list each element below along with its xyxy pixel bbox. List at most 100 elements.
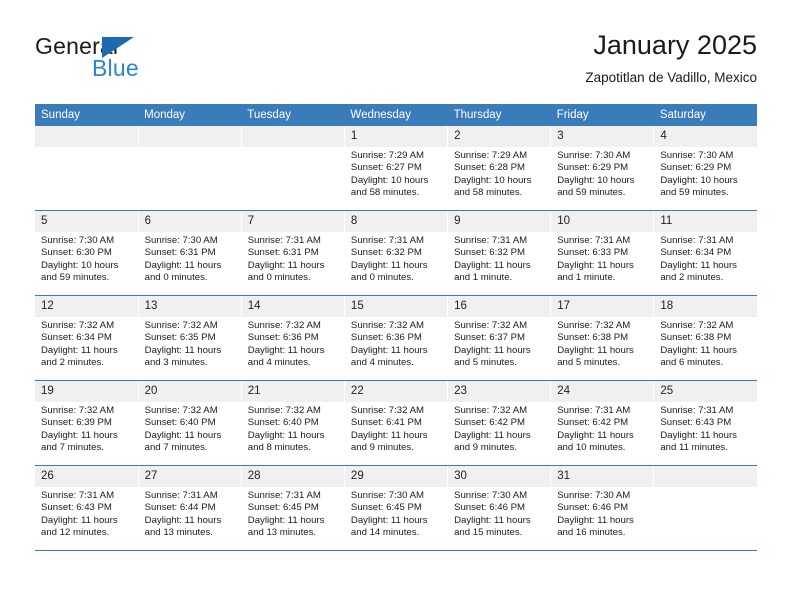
daylight-text: and 59 minutes. xyxy=(660,187,729,199)
day-number: 21 xyxy=(241,381,344,402)
sunset-text: Sunset: 6:35 PM xyxy=(144,332,216,344)
calendar-day-cell[interactable]: 26 Sunrise: 7:31 AM Sunset: 6:43 PM Dayligh… xyxy=(35,465,139,551)
sunset-text: Sunset: 6:32 PM xyxy=(350,247,422,259)
sunset-text: Sunset: 6:29 PM xyxy=(557,162,629,174)
sunset-text: Sunset: 6:27 PM xyxy=(350,162,422,174)
day-number: 4 xyxy=(654,126,757,147)
calendar-day-cell[interactable]: 18 Sunrise: 7:32 AM Sunset: 6:38 PM Dayligh… xyxy=(653,295,757,381)
calendar-day-cell[interactable]: 17 Sunrise: 7:32 AM Sunset: 6:38 PM Dayligh… xyxy=(550,295,655,381)
calendar-day-cell[interactable]: 23 Sunrise: 7:32 AM Sunset: 6:42 PM Dayligh… xyxy=(447,380,552,466)
day-number: 10 xyxy=(551,211,654,232)
daylight-text: Daylight: 11 hours xyxy=(144,429,222,441)
weekday-header-tuesday: Tuesday xyxy=(241,104,345,126)
sunrise-text: Sunrise: 7:32 AM xyxy=(247,405,321,416)
daylight-text: Daylight: 11 hours xyxy=(660,429,737,441)
sunrise-text: Sunrise: 7:32 AM xyxy=(144,320,218,331)
daylight-text: Daylight: 11 hours xyxy=(557,344,634,356)
day-details: Sunrise: 7:32 AM Sunset: 6:39 PM Daylight:… xyxy=(35,402,138,455)
daylight-text: Daylight: 11 hours xyxy=(247,429,325,441)
calendar-day-cell[interactable]: 27 Sunrise: 7:31 AM Sunset: 6:44 PM Dayligh… xyxy=(138,465,242,551)
calendar-day-cell[interactable]: 16 Sunrise: 7:32 AM Sunset: 6:37 PM Dayligh… xyxy=(447,295,552,381)
day-number: 11 xyxy=(654,211,757,232)
daylight-text: and 11 minutes. xyxy=(660,442,728,454)
calendar-day-cell[interactable]: 31 Sunrise: 7:30 AM Sunset: 6:46 PM Dayligh… xyxy=(550,465,655,551)
sunrise-text: Sunrise: 7:32 AM xyxy=(557,320,631,331)
day-details: Sunrise: 7:32 AM Sunset: 6:38 PM Daylight:… xyxy=(654,317,757,370)
sunrise-text: Sunrise: 7:32 AM xyxy=(247,320,321,331)
calendar-day-cell[interactable]: 14 Sunrise: 7:32 AM Sunset: 6:36 PM Dayligh… xyxy=(241,295,345,381)
day-details: Sunrise: 7:30 AM Sunset: 6:46 PM Daylight:… xyxy=(551,487,653,540)
calendar-day-cell[interactable]: 24 Sunrise: 7:31 AM Sunset: 6:42 PM Dayligh… xyxy=(550,380,655,466)
brand-logo[interactable]: General Blue xyxy=(35,33,235,93)
calendar-cell-empty xyxy=(653,465,757,551)
sunrise-text: Sunrise: 7:31 AM xyxy=(350,235,424,246)
daylight-text: Daylight: 11 hours xyxy=(660,259,737,271)
daylight-text: Daylight: 10 hours xyxy=(557,174,635,186)
sunset-text: Sunset: 6:42 PM xyxy=(557,417,629,429)
day-details: Sunrise: 7:31 AM Sunset: 6:32 PM Daylight:… xyxy=(345,232,447,285)
daylight-text: Daylight: 11 hours xyxy=(144,514,222,526)
calendar-day-cell[interactable]: 6 Sunrise: 7:30 AM Sunset: 6:31 PM Daylight… xyxy=(138,210,242,296)
day-details: Sunrise: 7:29 AM Sunset: 6:28 PM Daylight:… xyxy=(448,147,550,200)
sunrise-text: Sunrise: 7:30 AM xyxy=(144,235,218,246)
calendar-day-cell[interactable]: 21 Sunrise: 7:32 AM Sunset: 6:40 PM Dayligh… xyxy=(241,380,345,466)
sunset-text: Sunset: 6:45 PM xyxy=(350,502,422,514)
day-details: Sunrise: 7:32 AM Sunset: 6:37 PM Daylight:… xyxy=(448,317,550,370)
calendar-day-cell[interactable]: 15 Sunrise: 7:32 AM Sunset: 6:36 PM Dayligh… xyxy=(344,295,449,381)
day-details: Sunrise: 7:30 AM Sunset: 6:31 PM Daylight:… xyxy=(139,232,241,285)
calendar-day-cell[interactable]: 8 Sunrise: 7:31 AM Sunset: 6:32 PM Daylight… xyxy=(344,210,449,296)
calendar-day-cell[interactable]: 13 Sunrise: 7:32 AM Sunset: 6:35 PM Dayligh… xyxy=(138,295,242,381)
day-details: Sunrise: 7:32 AM Sunset: 6:36 PM Daylight:… xyxy=(242,317,344,370)
day-number xyxy=(35,126,138,147)
day-number: 29 xyxy=(344,466,448,487)
day-number: 2 xyxy=(448,126,551,147)
day-details: Sunrise: 7:32 AM Sunset: 6:42 PM Daylight:… xyxy=(448,402,550,455)
sunset-text: Sunset: 6:42 PM xyxy=(454,417,525,429)
calendar-day-cell[interactable]: 7 Sunrise: 7:31 AM Sunset: 6:31 PM Daylight… xyxy=(241,210,345,296)
daylight-text: and 5 minutes. xyxy=(557,357,621,369)
calendar-week-row: 19 Sunrise: 7:32 AM Sunset: 6:39 PM Dayligh… xyxy=(35,380,757,466)
daylight-text: Daylight: 10 hours xyxy=(660,174,738,186)
weekday-header-saturday: Saturday xyxy=(653,104,757,126)
calendar-day-cell[interactable]: 25 Sunrise: 7:31 AM Sunset: 6:43 PM Dayligh… xyxy=(653,380,757,466)
weekday-header-sunday: Sunday xyxy=(35,104,139,126)
calendar-day-cell[interactable]: 9 Sunrise: 7:31 AM Sunset: 6:32 PM Daylight… xyxy=(447,210,552,296)
sunset-text: Sunset: 6:28 PM xyxy=(454,162,525,174)
daylight-text: and 13 minutes. xyxy=(247,527,317,539)
daylight-text: Daylight: 10 hours xyxy=(350,174,429,186)
daylight-text: and 8 minutes. xyxy=(247,442,311,454)
calendar-day-cell[interactable]: 22 Sunrise: 7:32 AM Sunset: 6:41 PM Dayligh… xyxy=(344,380,449,466)
calendar-day-cell[interactable]: 3 Sunrise: 7:30 AM Sunset: 6:29 PM Daylight… xyxy=(550,126,655,211)
sunset-text: Sunset: 6:34 PM xyxy=(660,247,732,259)
sunrise-text: Sunrise: 7:32 AM xyxy=(454,320,528,331)
daylight-text: Daylight: 11 hours xyxy=(247,344,325,356)
sunset-text: Sunset: 6:40 PM xyxy=(144,417,216,429)
sunrise-text: Sunrise: 7:29 AM xyxy=(454,150,528,161)
sunset-text: Sunset: 6:43 PM xyxy=(41,502,112,514)
sunset-text: Sunset: 6:43 PM xyxy=(660,417,732,429)
daylight-text: Daylight: 11 hours xyxy=(660,344,737,356)
sunrise-text: Sunrise: 7:32 AM xyxy=(660,320,734,331)
day-number: 17 xyxy=(551,296,654,317)
calendar-day-cell[interactable]: 30 Sunrise: 7:30 AM Sunset: 6:46 PM Dayligh… xyxy=(447,465,552,551)
day-details: Sunrise: 7:31 AM Sunset: 6:43 PM Daylight:… xyxy=(654,402,757,455)
day-number: 27 xyxy=(138,466,241,487)
daylight-text: Daylight: 11 hours xyxy=(557,514,634,526)
sunrise-text: Sunrise: 7:31 AM xyxy=(247,235,321,246)
day-number: 24 xyxy=(551,381,654,402)
calendar-day-cell[interactable]: 10 Sunrise: 7:31 AM Sunset: 6:33 PM Dayligh… xyxy=(550,210,655,296)
calendar-day-cell[interactable]: 28 Sunrise: 7:31 AM Sunset: 6:45 PM Dayligh… xyxy=(241,465,345,551)
calendar-day-cell[interactable]: 12 Sunrise: 7:32 AM Sunset: 6:34 PM Dayligh… xyxy=(35,295,139,381)
calendar-day-cell[interactable]: 29 Sunrise: 7:30 AM Sunset: 6:45 PM Dayligh… xyxy=(344,465,449,551)
calendar-day-cell[interactable]: 1 Sunrise: 7:29 AM Sunset: 6:27 PM Daylight… xyxy=(344,126,449,211)
daylight-text: and 4 minutes. xyxy=(247,357,311,369)
calendar-day-cell[interactable]: 5 Sunrise: 7:30 AM Sunset: 6:30 PM Daylight… xyxy=(35,210,139,296)
calendar-day-cell[interactable]: 11 Sunrise: 7:31 AM Sunset: 6:34 PM Dayligh… xyxy=(653,210,757,296)
brand-name-blue: Blue xyxy=(92,55,139,81)
day-number: 3 xyxy=(551,126,654,147)
sunrise-text: Sunrise: 7:32 AM xyxy=(41,320,115,331)
calendar-day-cell[interactable]: 20 Sunrise: 7:32 AM Sunset: 6:40 PM Dayligh… xyxy=(138,380,242,466)
calendar-day-cell[interactable]: 2 Sunrise: 7:29 AM Sunset: 6:28 PM Daylight… xyxy=(447,126,552,211)
calendar-day-cell[interactable]: 4 Sunrise: 7:30 AM Sunset: 6:29 PM Daylight… xyxy=(653,126,757,211)
calendar-day-cell[interactable]: 19 Sunrise: 7:32 AM Sunset: 6:39 PM Dayligh… xyxy=(35,380,139,466)
